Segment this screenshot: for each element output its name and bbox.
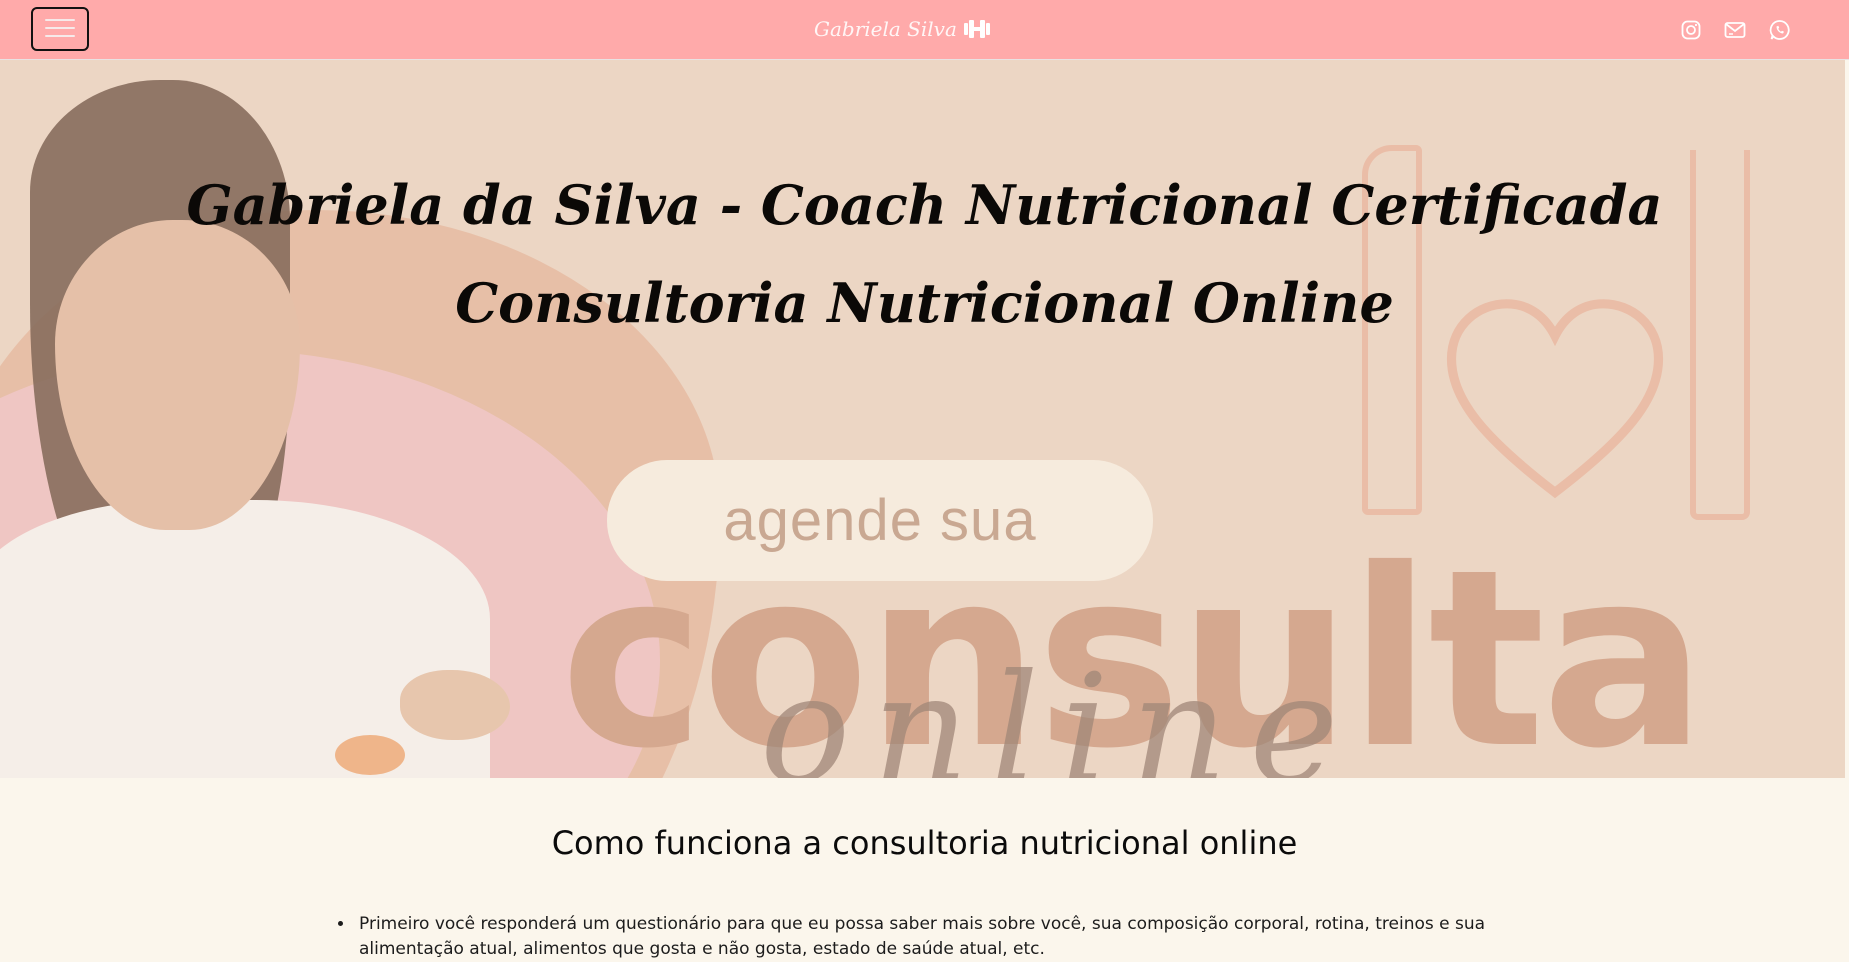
steps-list: Primeiro você responderá um questionário…: [338, 912, 1555, 962]
hamburger-menu-icon: [45, 19, 75, 41]
coach-photo-shirt: [0, 500, 490, 778]
dumbbell-icon: [963, 20, 990, 38]
banner-script-word: online: [760, 643, 1361, 778]
coach-photo-hand: [400, 670, 510, 740]
menu-toggle-button[interactable]: [31, 7, 89, 51]
brand-name: Gabriela Silva: [814, 17, 957, 41]
whatsapp-link[interactable]: [1767, 17, 1793, 43]
top-navbar: Gabriela Silva: [0, 0, 1849, 60]
email-icon: [1724, 22, 1746, 38]
instagram-icon: [1681, 20, 1701, 40]
instagram-link[interactable]: [1678, 17, 1704, 43]
whatsapp-icon: [1769, 20, 1790, 40]
hero-banner: agende sua consulta online: [0, 60, 1845, 778]
list-item: Primeiro você responderá um questionário…: [355, 912, 1555, 962]
hero-edge: [1845, 60, 1849, 778]
section-title: Como funciona a consultoria nutricional …: [551, 824, 1298, 862]
hero-subtitle: Consultoria Nutricional Online: [455, 271, 1394, 335]
brand-logo[interactable]: Gabriela Silva: [814, 14, 991, 44]
email-link[interactable]: [1722, 17, 1748, 43]
hero-title: Gabriela da Silva - Coach Nutricional Ce…: [186, 173, 1663, 237]
tangerine-slice: [335, 735, 405, 775]
